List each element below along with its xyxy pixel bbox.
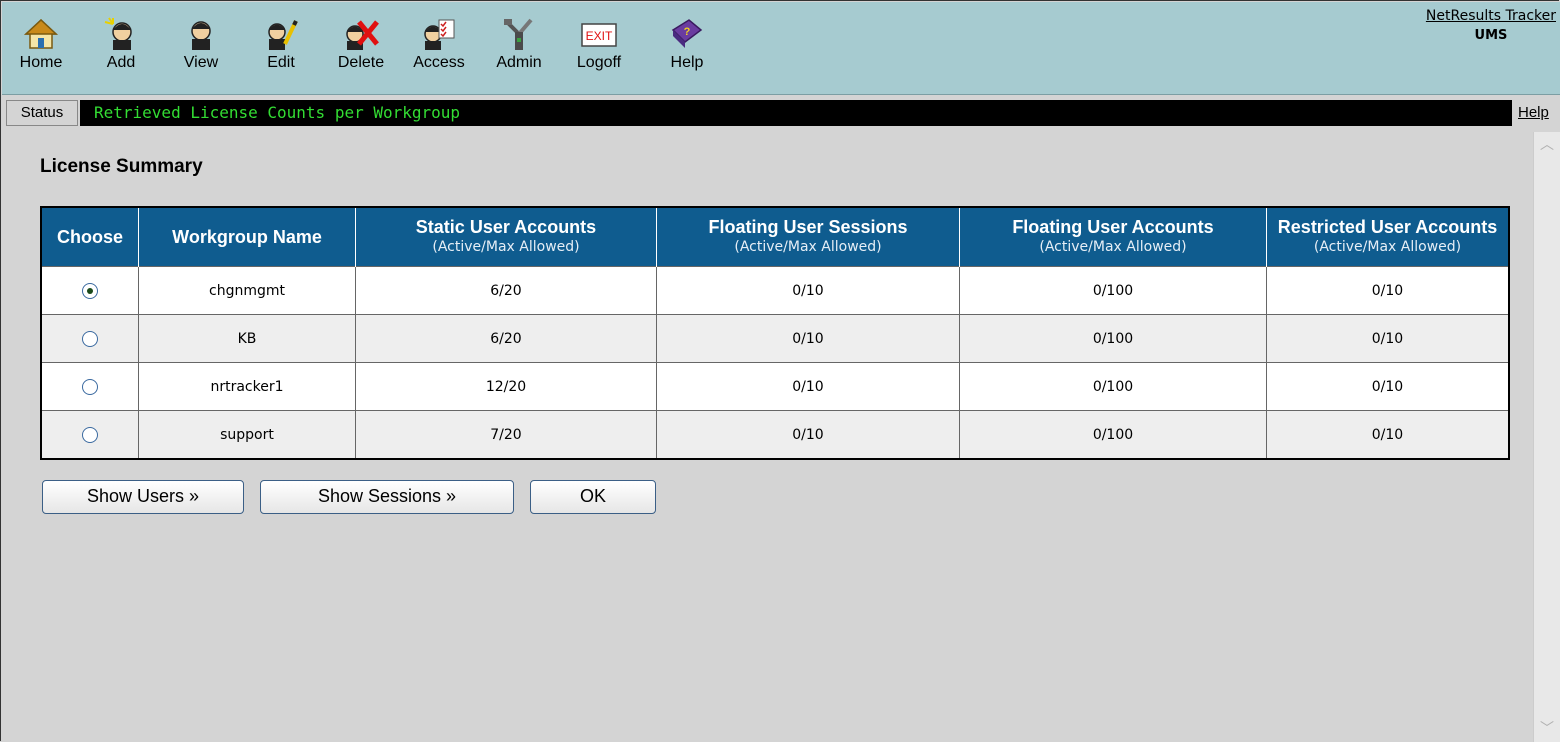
status-help-link[interactable]: Help [1518,100,1552,126]
column-header-static: Static User Accounts (Active/Max Allowed) [355,207,657,267]
exit-sign-text: EXIT [586,29,613,43]
access-icon [424,19,455,50]
choose-cell [40,266,139,315]
brand: NetResults Tracker UMS [1426,8,1556,43]
column-header-floating-sessions: Floating User Sessions (Active/Max Allowe… [656,207,960,267]
home-icon [24,18,58,49]
help-book-icon: ? [671,19,703,48]
add-icon [104,17,132,50]
table-row: chgnmgmt 6/20 0/10 0/100 0/10 [40,266,1510,315]
ok-button[interactable]: OK [530,480,656,514]
choose-cell [40,314,139,363]
restricted-cell: 0/10 [1266,362,1510,411]
floating-sessions-cell: 0/10 [656,266,960,315]
toolbar-help-button[interactable]: ? Help [656,16,718,72]
table-header-row: Choose Workgroup Name Static User Accoun… [41,207,1509,267]
static-cell: 12/20 [355,362,657,411]
page-title: License Summary [40,156,203,177]
choose-cell [40,362,139,411]
scroll-up-arrow-icon[interactable]: ︿ [1538,136,1556,154]
view-icon [191,21,211,50]
static-cell: 6/20 [355,314,657,363]
static-cell: 6/20 [355,266,657,315]
toolbar-view-button[interactable]: View [170,16,232,72]
toolbar: Home Add View Edit Delete Access Admin E… [2,2,1560,95]
main-content: License Summary Choose Workgroup Name St… [2,130,1532,742]
column-header-choose: Choose [41,207,139,267]
workgroup-radio[interactable] [82,426,98,443]
workgroup-radio[interactable] [82,282,98,299]
table-row: KB 6/20 0/10 0/100 0/10 [40,314,1510,363]
column-header-restricted: Restricted User Accounts (Active/Max Allo… [1266,207,1509,267]
workgroup-cell: KB [138,314,356,363]
workgroup-radio[interactable] [82,330,98,347]
workgroup-cell: nrtracker1 [138,362,356,411]
status-label: Status [6,100,78,126]
floating-accounts-cell: 0/100 [959,362,1267,411]
status-bar: Status Retrieved License Counts per Work… [2,96,1560,128]
svg-text:?: ? [684,26,691,38]
floating-accounts-cell: 0/100 [959,314,1267,363]
logoff-icon: EXIT [581,23,617,47]
admin-icon [504,18,533,50]
toolbar-access-button[interactable]: Access [408,16,470,72]
toolbar-add-button[interactable]: Add [90,16,152,72]
workgroup-radio[interactable] [82,378,98,395]
table-row: support 7/20 0/10 0/100 0/10 [40,410,1510,460]
status-message: Retrieved License Counts per Workgroup [80,100,1512,126]
workgroup-cell: support [138,410,356,460]
floating-accounts-cell: 0/100 [959,266,1267,315]
toolbar-home-button[interactable]: Home [10,16,72,72]
restricted-cell: 0/10 [1266,266,1510,315]
brand-subtitle: UMS [1474,28,1508,43]
brand-link[interactable]: NetResults Tracker [1426,8,1556,24]
toolbar-edit-button[interactable]: Edit [250,16,312,72]
floating-sessions-cell: 0/10 [656,410,960,460]
vertical-scrollbar[interactable]: ︿ ﹀ [1533,132,1560,742]
floating-sessions-cell: 0/10 [656,314,960,363]
restricted-cell: 0/10 [1266,410,1510,460]
toolbar-logoff-button[interactable]: EXIT Logoff [568,16,630,72]
floating-sessions-cell: 0/10 [656,362,960,411]
toolbar-admin-button[interactable]: Admin [488,16,550,72]
delete-icon [346,20,379,50]
table-row: nrtracker1 12/20 0/10 0/100 0/10 [40,362,1510,411]
scroll-down-arrow-icon[interactable]: ﹀ [1538,720,1556,738]
restricted-cell: 0/10 [1266,314,1510,363]
static-cell: 7/20 [355,410,657,460]
floating-accounts-cell: 0/100 [959,410,1267,460]
edit-icon [268,20,298,50]
column-header-workgroup: Workgroup Name [138,207,356,267]
choose-cell [40,410,139,460]
show-sessions-button[interactable]: Show Sessions » [260,480,514,514]
license-summary-table: Choose Workgroup Name Static User Accoun… [40,206,1510,460]
column-header-floating-accounts: Floating User Accounts (Active/Max Allowe… [959,207,1267,267]
workgroup-cell: chgnmgmt [138,266,356,315]
show-users-button[interactable]: Show Users » [42,480,244,514]
toolbar-delete-button[interactable]: Delete [330,16,392,72]
